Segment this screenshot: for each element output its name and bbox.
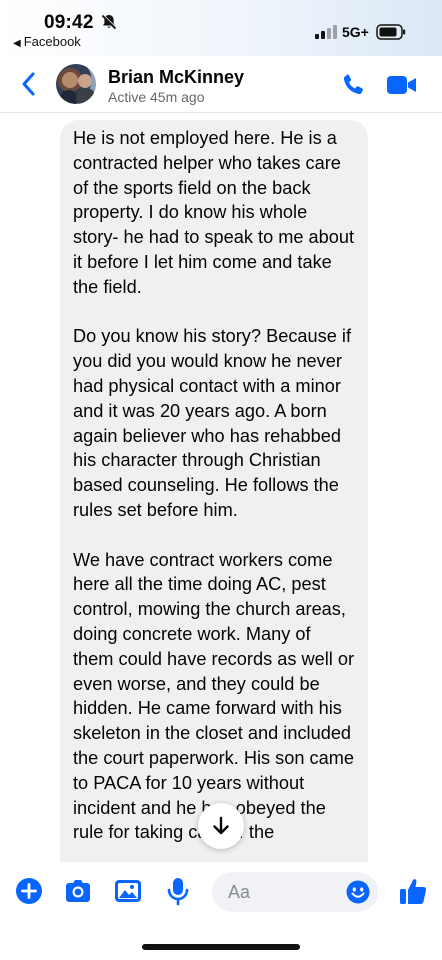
- emoji-icon[interactable]: [346, 880, 370, 904]
- status-time: 09:42: [44, 12, 94, 33]
- back-triangle-icon: ◀: [13, 38, 21, 49]
- back-to-app-link[interactable]: ◀ Facebook: [13, 34, 81, 49]
- chat-header: Brian McKinney Active 45m ago: [0, 56, 442, 113]
- message-bubble[interactable]: He is not employed here. He is a contrac…: [60, 120, 368, 880]
- network-type: 5G+: [342, 24, 369, 40]
- message-composer: [0, 862, 442, 922]
- message-paragraph: He is not employed here. He is a contrac…: [73, 128, 355, 297]
- video-camera-icon[interactable]: [386, 74, 418, 96]
- phone-icon[interactable]: [340, 72, 366, 98]
- thumbs-up-icon[interactable]: [398, 876, 428, 906]
- cellular-signal-icon: [315, 25, 337, 39]
- microphone-icon[interactable]: [163, 876, 193, 906]
- camera-icon[interactable]: [63, 876, 93, 906]
- avatar[interactable]: [56, 64, 96, 104]
- active-status: Active 45m ago: [108, 89, 205, 105]
- contact-name[interactable]: Brian McKinney: [108, 67, 244, 88]
- arrow-down-icon: [213, 816, 229, 835]
- plus-icon[interactable]: [14, 876, 44, 906]
- scroll-to-bottom-button[interactable]: [198, 803, 244, 849]
- bell-muted-icon: [101, 14, 117, 30]
- gallery-icon[interactable]: [113, 876, 143, 906]
- message-body: He is not employed here. He is a contrac…: [60, 120, 368, 845]
- status-bar: 09:42 ◀ Facebook 5G+: [0, 0, 442, 56]
- message-paragraph: We have contract workers come here all t…: [73, 549, 355, 843]
- home-indicator[interactable]: [142, 944, 300, 950]
- message-paragraph: Do you know his story? Because if you di…: [73, 326, 351, 520]
- avatar-figure: [76, 88, 96, 104]
- avatar-figure: [78, 74, 92, 88]
- back-chevron-icon[interactable]: [18, 70, 40, 98]
- battery-icon: [376, 24, 406, 40]
- back-app-label: Facebook: [23, 34, 81, 49]
